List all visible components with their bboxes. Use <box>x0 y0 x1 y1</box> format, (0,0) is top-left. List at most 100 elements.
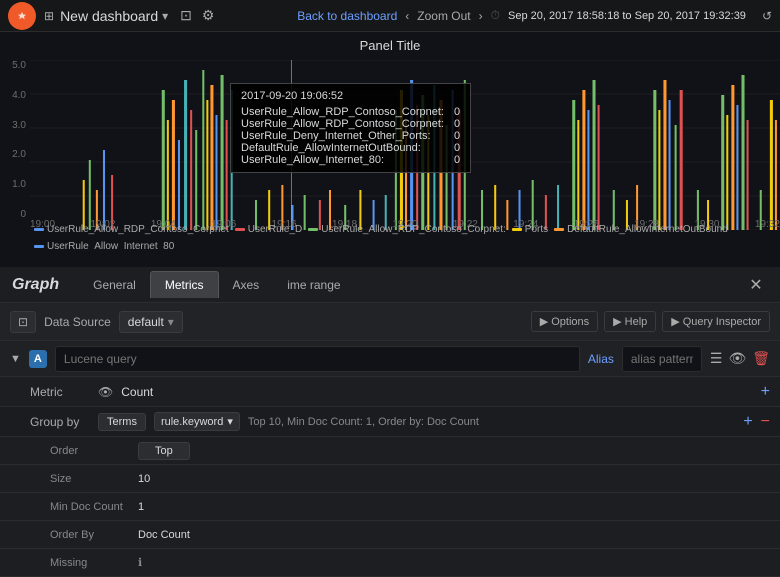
query-eye-icon[interactable]: 👁 <box>728 350 746 367</box>
legend-label-4: DefaultRule_AllowInternetOutBound <box>567 224 728 235</box>
legend-item-2: UserRule_Allow_RDP_Contoso_Corpnet: <box>308 224 506 235</box>
close-panel-btn[interactable]: ✕ <box>744 273 768 297</box>
order-value[interactable]: Top <box>138 442 190 460</box>
tab-general[interactable]: General <box>79 272 150 298</box>
y-4: 4.0 <box>2 90 26 101</box>
chart-area: Panel Title 5.0 4.0 3.0 2.0 1.0 0 <box>0 32 780 267</box>
tooltip-val-4: 0 <box>454 154 460 166</box>
missing-info-icon[interactable]: ℹ <box>138 556 142 569</box>
tab-axes[interactable]: Axes <box>219 272 274 298</box>
groupby-terms[interactable]: Terms <box>98 413 146 431</box>
tooltip-name-4: UserRule_Allow_Internet_80: <box>241 154 384 166</box>
groupby-label: Group by <box>30 415 90 429</box>
min-doc-value: 1 <box>138 501 144 513</box>
left-arrow[interactable]: ‹ <box>405 9 409 23</box>
tooltip-val-0: 0 <box>454 106 460 118</box>
groupby-desc: Top 10, Min Doc Count: 1, Order by: Doc … <box>248 416 479 428</box>
legend-item-4: DefaultRule_AllowInternetOutBound <box>554 224 728 235</box>
legend-dot-2 <box>308 228 318 231</box>
toolbar-row: ⊡ Data Source default ▾ ▶ Options ▶ Help… <box>0 303 780 341</box>
zoom-out-btn[interactable]: Zoom Out <box>417 9 470 23</box>
groupby-field-caret: ▾ <box>227 415 233 428</box>
save-icon[interactable]: ⊡ <box>180 7 192 24</box>
qi-caret: ▶ <box>671 315 679 328</box>
help-label: Help <box>625 316 648 328</box>
datasource-label: Data Source <box>44 315 111 329</box>
dashboard-icon: ⊞ <box>44 9 54 23</box>
groupby-header: Group by Terms rule.keyword ▾ Top 10, Mi… <box>0 407 780 437</box>
query-input[interactable] <box>55 346 580 372</box>
options-caret: ▶ <box>540 315 548 328</box>
alias-label[interactable]: Alias <box>588 352 614 366</box>
tooltip-row-3: DefaultRule_AllowInternetOutBound: 0 <box>241 142 460 154</box>
datasource-select[interactable]: default ▾ <box>119 311 183 333</box>
legend-label-0: UserRule_Allow_RDP_Contoso_Corpnet <box>47 224 229 235</box>
dashboard-title[interactable]: New dashboard <box>60 8 158 24</box>
legend-dot-5 <box>34 245 44 248</box>
groupby-field-value: rule.keyword <box>161 416 223 428</box>
right-arrow[interactable]: › <box>479 9 483 23</box>
size-value: 10 <box>138 473 150 485</box>
missing-row: Missing ℹ <box>0 549 780 577</box>
legend-label-5: UserRule_Allow_Internet_80 <box>47 241 174 250</box>
chart-canvas: 5.0 4.0 3.0 2.0 1.0 0 <box>0 55 780 250</box>
query-collapse-btn[interactable]: ▼ <box>10 353 21 365</box>
tooltip-name-1: UserRule_Allow_RDP_Contoso_Corpnet: <box>241 118 444 130</box>
tooltip-time: 2017-09-20 19:06:52 <box>241 90 460 102</box>
groupby-field-select[interactable]: rule.keyword ▾ <box>154 412 240 431</box>
groupby-remove-btn[interactable]: − <box>761 413 770 431</box>
legend-dot-1 <box>235 228 245 231</box>
toggle-btn[interactable]: ⊡ <box>10 311 36 333</box>
query-letter: A <box>29 350 47 368</box>
query-delete-icon[interactable]: 🗑 <box>752 350 770 367</box>
qi-label: Query Inspector <box>683 316 761 328</box>
query-section: ▼ A Alias ☰ 👁 🗑 Metric 👁 Count + Group b… <box>0 341 780 577</box>
chart-legend: UserRule_Allow_RDP_Contoso_Corpnet UserR… <box>30 222 780 250</box>
dashboard-caret[interactable]: ▾ <box>162 9 168 23</box>
size-row: Size 10 <box>0 465 780 493</box>
y-1: 1.0 <box>2 179 26 190</box>
chart-tooltip: 2017-09-20 19:06:52 UserRule_Allow_RDP_C… <box>230 83 471 173</box>
options-label: Options <box>551 316 589 328</box>
center-controls: Back to dashboard ‹ Zoom Out › ⏱ Sep 20,… <box>297 8 772 23</box>
metric-add-btn[interactable]: + <box>761 383 770 401</box>
tooltip-row-4: UserRule_Allow_Internet_80: 0 <box>241 154 460 166</box>
metric-eye-icon[interactable]: 👁 <box>98 385 113 399</box>
chart-inner: 2017-09-20 19:06:52 UserRule_Allow_RDP_C… <box>30 60 780 230</box>
query-inspector-btn[interactable]: ▶ Query Inspector <box>662 311 770 332</box>
legend-label-1: UserRule_D <box>248 224 302 235</box>
y-2: 2.0 <box>2 149 26 160</box>
size-label: Size <box>50 473 130 485</box>
tab-time-range[interactable]: ime range <box>273 272 354 298</box>
tab-metrics[interactable]: Metrics <box>150 271 219 298</box>
options-btn[interactable]: ▶ Options <box>531 311 598 332</box>
query-header: ▼ A Alias ☰ 👁 🗑 <box>0 341 780 377</box>
legend-dot-4 <box>554 228 564 231</box>
tooltip-name-3: DefaultRule_AllowInternetOutBound: <box>241 142 421 154</box>
time-range: Sep 20, 2017 18:58:18 to Sep 20, 2017 19… <box>508 10 746 22</box>
groupby-add-btn[interactable]: + <box>743 413 752 431</box>
chart-title: Panel Title <box>0 32 780 55</box>
help-caret: ▶ <box>613 315 621 328</box>
logo[interactable] <box>8 2 36 30</box>
tooltip-row-1: UserRule_Allow_RDP_Contoso_Corpnet: 0 <box>241 118 460 130</box>
query-icons: ☰ 👁 🗑 <box>710 350 770 367</box>
alias-input[interactable] <box>622 346 702 372</box>
datasource-caret: ▾ <box>168 315 174 329</box>
y-0: 0 <box>2 209 26 220</box>
tooltip-row-0: UserRule_Allow_RDP_Contoso_Corpnet: 0 <box>241 106 460 118</box>
min-doc-row: Min Doc Count 1 <box>0 493 780 521</box>
legend-item-5: UserRule_Allow_Internet_80 <box>34 241 174 250</box>
back-to-dashboard-link[interactable]: Back to dashboard <box>297 9 397 23</box>
order-by-row: Order By Doc Count <box>0 521 780 549</box>
help-btn[interactable]: ▶ Help <box>604 311 656 332</box>
refresh-btn[interactable]: ↺ <box>762 9 772 23</box>
tooltip-val-1: 0 <box>454 118 460 130</box>
tooltip-name-2: UserRule_Deny_Internet_Other_Ports: <box>241 130 431 142</box>
query-menu-icon[interactable]: ☰ <box>710 350 723 367</box>
y-axis: 5.0 4.0 3.0 2.0 1.0 0 <box>0 55 30 225</box>
min-doc-label: Min Doc Count <box>50 501 130 513</box>
settings-icon[interactable]: ⚙ <box>202 7 215 24</box>
legend-label-3: Ports <box>525 224 548 235</box>
order-label: Order <box>50 445 130 457</box>
